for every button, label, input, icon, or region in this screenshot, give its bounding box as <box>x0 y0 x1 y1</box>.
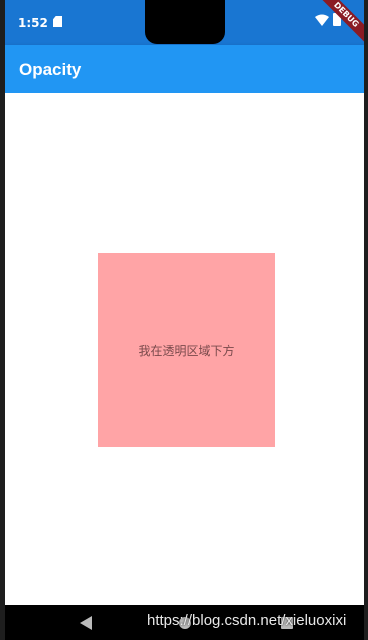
watermark-text: https://blog.csdn.net/xieluoxixi <box>147 612 347 629</box>
content-area: 我在透明区域下方 <box>5 93 364 605</box>
status-bar: 1:52 <box>5 0 364 45</box>
status-time: 1:52 <box>18 16 48 30</box>
wifi-icon <box>315 14 329 26</box>
phone-screen: 1:52 DEBUG Opacity 我在透明区域下方 <box>5 0 364 640</box>
back-icon[interactable] <box>80 616 92 630</box>
camera-notch <box>145 0 225 44</box>
sd-card-icon <box>53 16 62 27</box>
pink-container: 我在透明区域下方 <box>98 253 275 447</box>
app-bar-title: Opacity <box>19 60 82 79</box>
app-bar: Opacity <box>5 45 364 93</box>
box-label: 我在透明区域下方 <box>138 343 235 358</box>
